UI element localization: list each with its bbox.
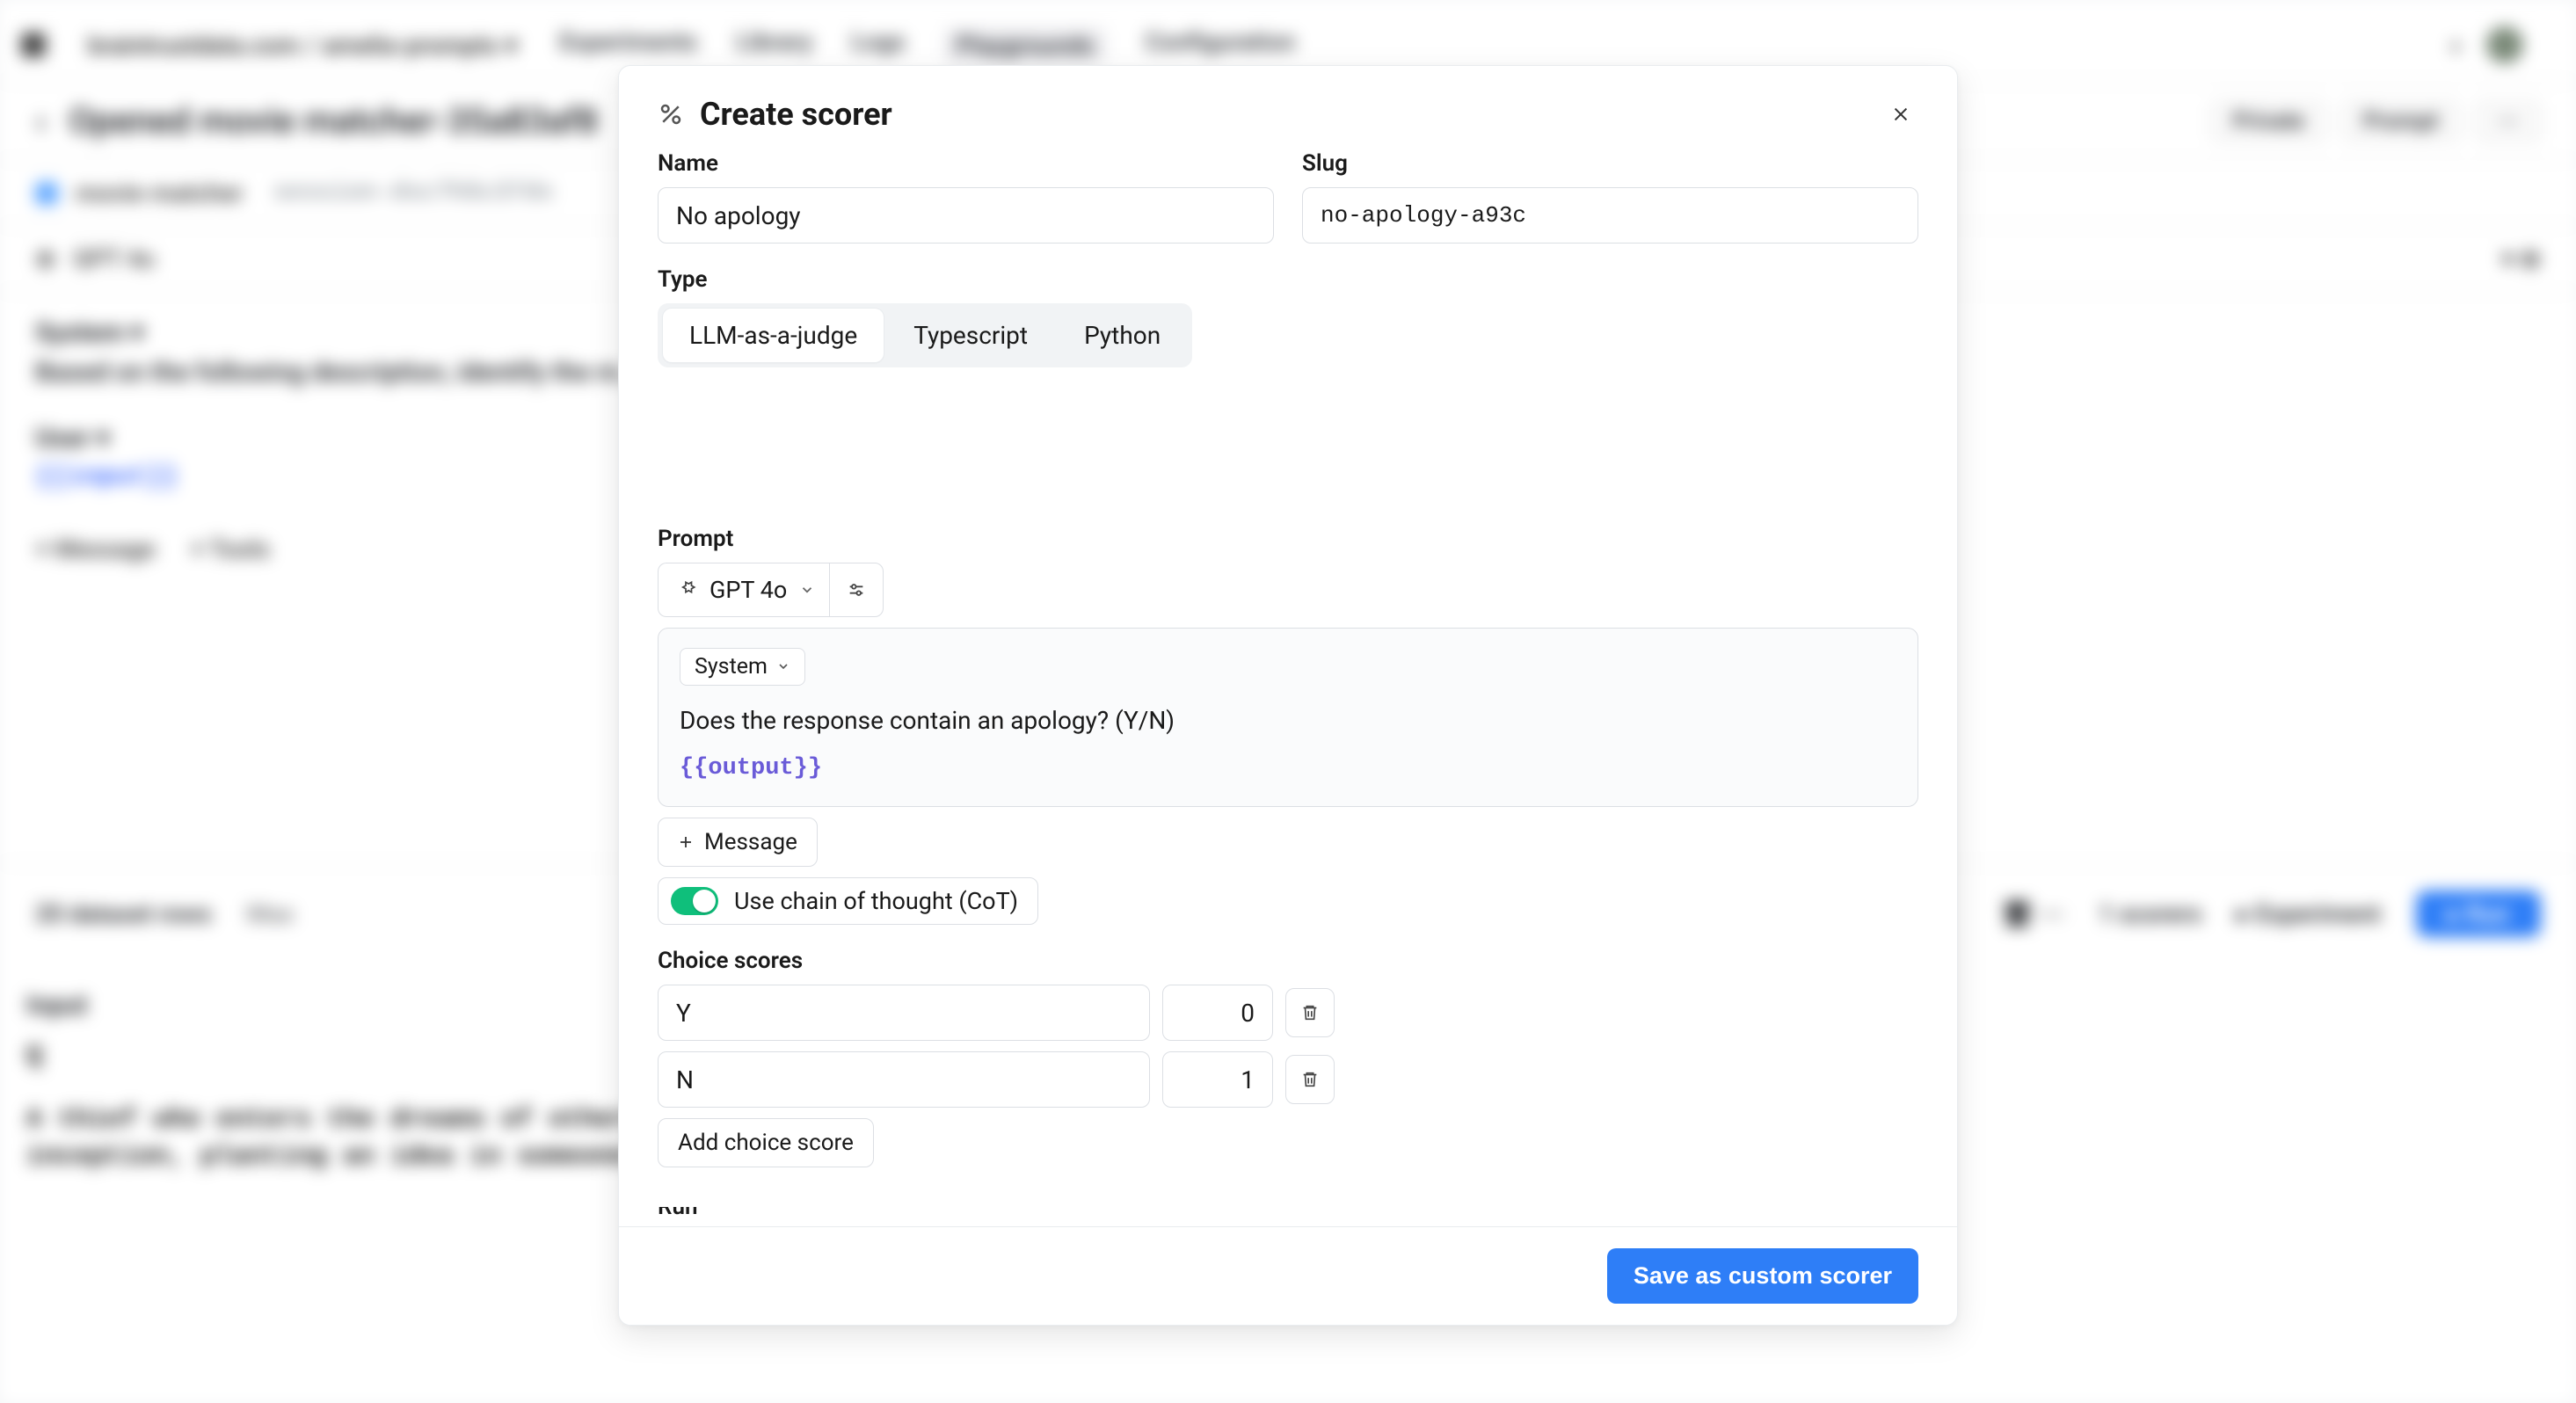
prompt-editor[interactable]: System Does the response contain an apol… (658, 628, 1918, 807)
plus-icon (678, 834, 694, 850)
type-segmented: LLM-as-a-judge Typescript Python (658, 303, 1192, 367)
close-icon (1891, 105, 1910, 124)
breadcrumb-project: amelia-prompts (323, 31, 498, 60)
choice-score-input[interactable] (1162, 985, 1273, 1041)
model-select[interactable]: GPT 4o (658, 563, 829, 617)
breadcrumb-org: braintrustdata.com (88, 31, 299, 60)
type-option-typescript[interactable]: Typescript (887, 309, 1054, 362)
avatar (2486, 26, 2523, 63)
brand-logo (21, 33, 46, 57)
create-scorer-modal: Create scorer Name Slug Type LLM-as-a-ju… (618, 65, 1958, 1326)
type-label: Type (658, 266, 1918, 293)
cot-toggle-row: Use chain of thought (CoT) (658, 877, 1038, 925)
name-label: Name (658, 150, 1274, 177)
cot-label: Use chain of thought (CoT) (734, 887, 1018, 915)
add-choice-button[interactable]: Add choice score (658, 1118, 874, 1167)
choice-scores-label: Choice scores (658, 948, 1918, 974)
run-label: Run (658, 1207, 698, 1216)
slug-label: Slug (1302, 150, 1918, 177)
type-option-python[interactable]: Python (1058, 309, 1187, 362)
prompt-label: Prompt (658, 526, 1918, 552)
model-name: GPT 4o (709, 576, 787, 604)
cot-toggle[interactable] (671, 887, 718, 915)
prompt-role-select[interactable]: System (680, 648, 805, 686)
name-input[interactable] (658, 187, 1274, 244)
primary-nav: Experiments Library Logs Playgrounds Con… (559, 27, 1295, 63)
model-settings-button[interactable] (829, 563, 884, 617)
modal-title: Create scorer (700, 96, 892, 133)
choice-key-input[interactable] (658, 985, 1150, 1041)
chevron-down-icon (776, 659, 790, 673)
choice-key-input[interactable] (658, 1051, 1150, 1108)
prompt-text[interactable]: Does the response contain an apology? (Y… (680, 702, 1896, 739)
add-message-button[interactable]: Message (658, 818, 818, 867)
save-scorer-button[interactable]: Save as custom scorer (1607, 1248, 1918, 1304)
type-option-llm-judge[interactable]: LLM-as-a-judge (663, 309, 884, 362)
slug-input[interactable] (1302, 187, 1918, 244)
delete-choice-button[interactable] (1285, 1055, 1335, 1104)
choice-score-input[interactable] (1162, 1051, 1273, 1108)
percent-icon (658, 101, 684, 127)
sliders-icon (847, 580, 866, 600)
delete-choice-button[interactable] (1285, 988, 1335, 1037)
openai-icon (674, 578, 697, 601)
trash-icon (1300, 1070, 1320, 1089)
page-title: Opened movie matcher-35a83af8 (69, 100, 598, 142)
trash-icon (1300, 1003, 1320, 1022)
chevron-down-icon (799, 582, 815, 598)
prompt-variable[interactable]: {{output}} (680, 755, 1896, 781)
close-button[interactable] (1883, 97, 1918, 132)
